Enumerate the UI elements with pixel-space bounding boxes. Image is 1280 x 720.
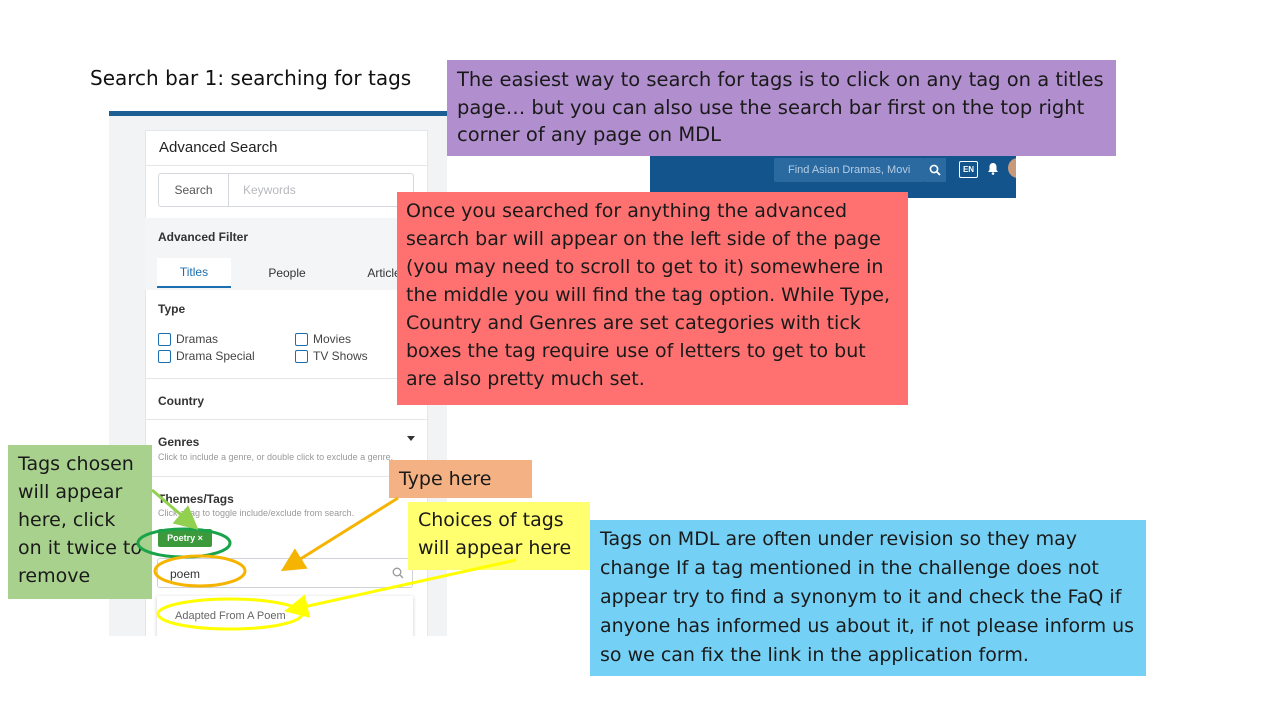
divider (145, 419, 428, 420)
header-search-button[interactable] (924, 158, 946, 182)
advanced-filter-label: Advanced Filter (158, 230, 249, 244)
language-button[interactable]: EN (959, 161, 978, 178)
avatar[interactable] (1008, 158, 1016, 178)
checkbox-label: Drama Special (176, 349, 255, 363)
callout-orange: Type here (389, 460, 532, 498)
checkbox-label: Dramas (176, 332, 219, 346)
keyword-search-row: Search Keywords (158, 173, 414, 207)
filter-tabs: Titles People Articles (157, 258, 425, 288)
genres-filter[interactable]: Genres (158, 435, 199, 449)
checkbox-icon (295, 349, 308, 363)
divider (145, 476, 428, 477)
callout-green: Tags chosen will appear here, click on i… (8, 445, 152, 599)
tag-suggestions-dropdown: Adapted From A Poem (157, 596, 413, 636)
themes-hint: Click a tag to toggle include/exclude fr… (158, 508, 355, 518)
tag-input-value: poem (170, 567, 201, 581)
type-label: Type (158, 302, 186, 316)
themes-tags-label: Themes/Tags (158, 492, 234, 506)
search-icon (392, 567, 404, 579)
callout-yellow: Choices of tags will appear here (408, 502, 590, 570)
suggestion-item[interactable]: Adapted From A Poem (175, 610, 286, 622)
country-filter[interactable]: Country (158, 394, 204, 408)
tab-people[interactable]: People (247, 258, 327, 288)
genres-hint: Click to include a genre, or double clic… (158, 452, 394, 462)
chevron-down-icon[interactable] (407, 436, 415, 441)
tag-chip-poetry[interactable]: Poetry × (158, 529, 212, 547)
checkbox-icon (295, 332, 308, 346)
checkbox-icon (158, 349, 171, 363)
tag-search-input[interactable]: poem (157, 558, 413, 588)
bell-icon[interactable] (987, 162, 999, 175)
divider (145, 378, 428, 379)
checkbox-label: Movies (313, 332, 352, 346)
advanced-search-title: Advanced Search (159, 139, 278, 156)
search-icon (929, 164, 941, 176)
keywords-input[interactable]: Keywords (229, 174, 296, 206)
checkbox-label: TV Shows (313, 349, 368, 363)
callout-red: Once you searched for anything the advan… (397, 192, 908, 405)
callout-purple: The easiest way to search for tags is to… (447, 60, 1116, 156)
checkbox-movies[interactable]: Movies (295, 332, 351, 346)
checkbox-dramas[interactable]: Dramas (158, 332, 218, 346)
checkbox-tv-shows[interactable]: TV Shows (295, 349, 368, 363)
slide-title: Search bar 1: searching for tags (90, 66, 412, 90)
checkbox-drama-special[interactable]: Drama Special (158, 349, 255, 363)
callout-blue: Tags on MDL are often under revision so … (590, 520, 1146, 676)
search-button[interactable]: Search (159, 174, 229, 206)
tab-titles[interactable]: Titles (157, 258, 231, 288)
header-search-input[interactable]: Find Asian Dramas, Movi (774, 158, 924, 182)
divider (146, 165, 427, 166)
checkbox-icon (158, 332, 171, 346)
